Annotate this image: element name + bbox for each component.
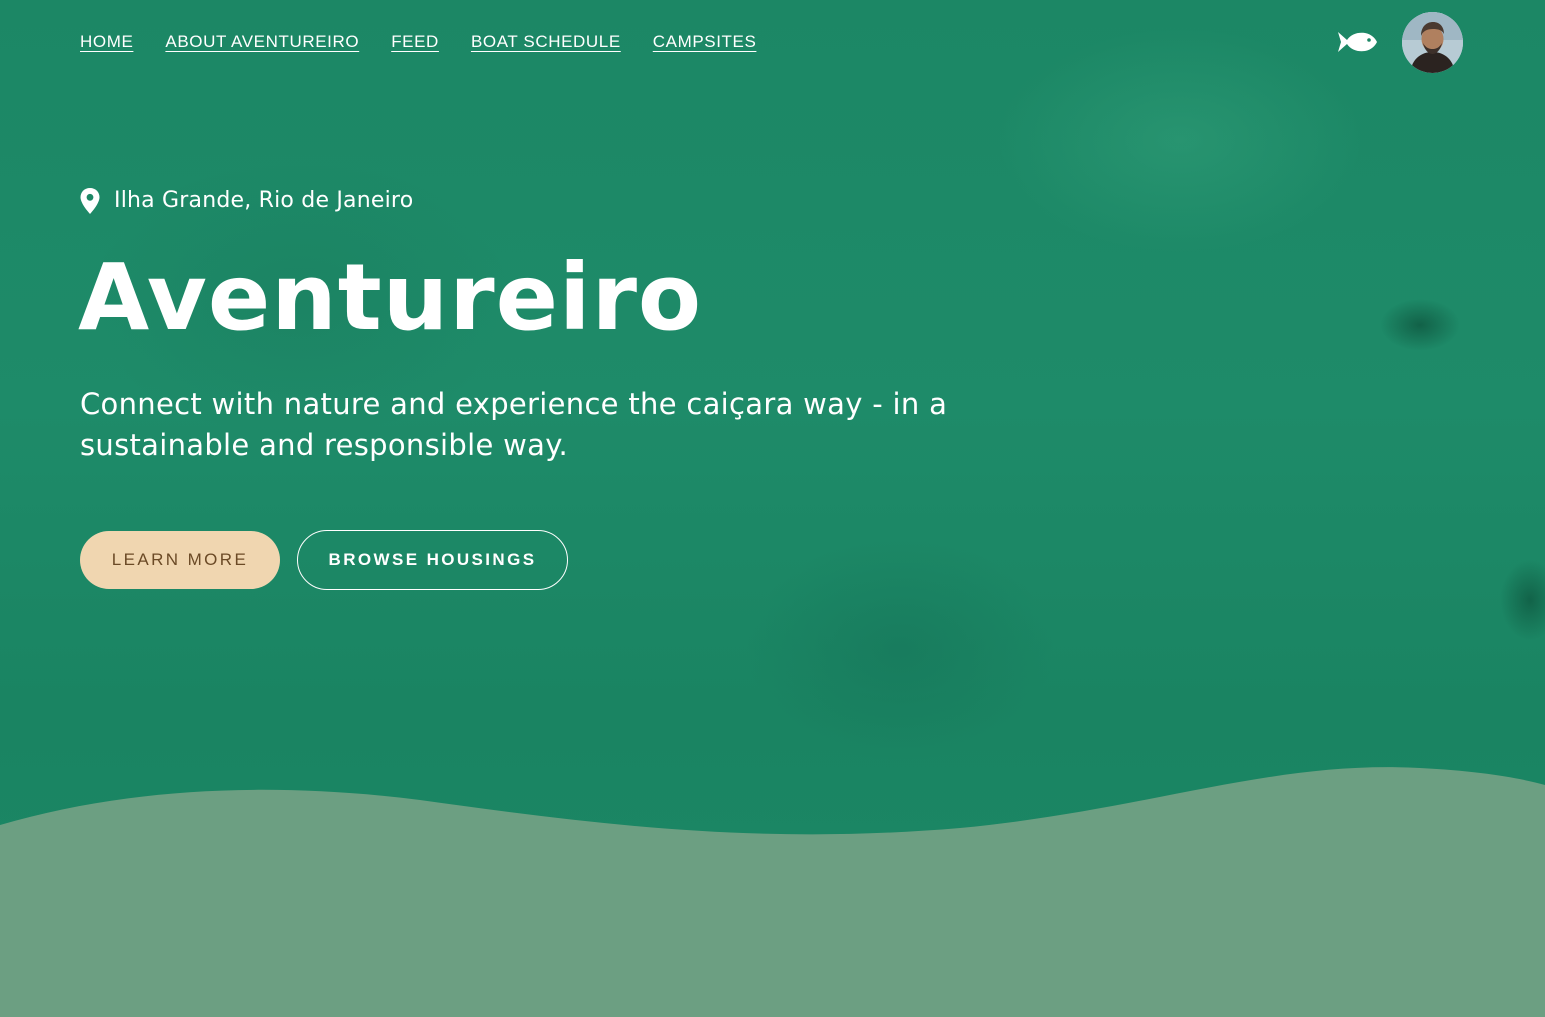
nav-feed[interactable]: FEED bbox=[391, 30, 439, 54]
hero-background: HOME ABOUT AVENTUREIRO FEED BOAT SCHEDUL… bbox=[0, 0, 1545, 1017]
browse-housings-button[interactable]: BROWSE HOUSINGS bbox=[297, 530, 568, 590]
location-label: Ilha Grande, Rio de Janeiro bbox=[80, 186, 413, 216]
main-nav: HOME ABOUT AVENTUREIRO FEED BOAT SCHEDUL… bbox=[80, 30, 756, 54]
fish-icon[interactable] bbox=[1336, 28, 1378, 56]
avatar-photo bbox=[1402, 12, 1463, 73]
nav-boat-schedule[interactable]: BOAT SCHEDULE bbox=[471, 30, 621, 54]
hero-tagline: Connect with nature and experience the c… bbox=[80, 387, 948, 462]
map-pin-icon bbox=[80, 188, 100, 214]
learn-more-button[interactable]: LEARN MORE bbox=[80, 531, 280, 589]
page-title: Aventureiro bbox=[78, 244, 703, 351]
nav-campsites[interactable]: CAMPSITES bbox=[653, 30, 757, 54]
nav-home[interactable]: HOME bbox=[80, 30, 133, 54]
location-text: Ilha Grande, Rio de Janeiro bbox=[114, 188, 414, 213]
wave-divider bbox=[0, 767, 1545, 1017]
nav-about-aventureiro[interactable]: ABOUT AVENTUREIRO bbox=[165, 30, 359, 54]
user-avatar[interactable] bbox=[1402, 12, 1463, 73]
